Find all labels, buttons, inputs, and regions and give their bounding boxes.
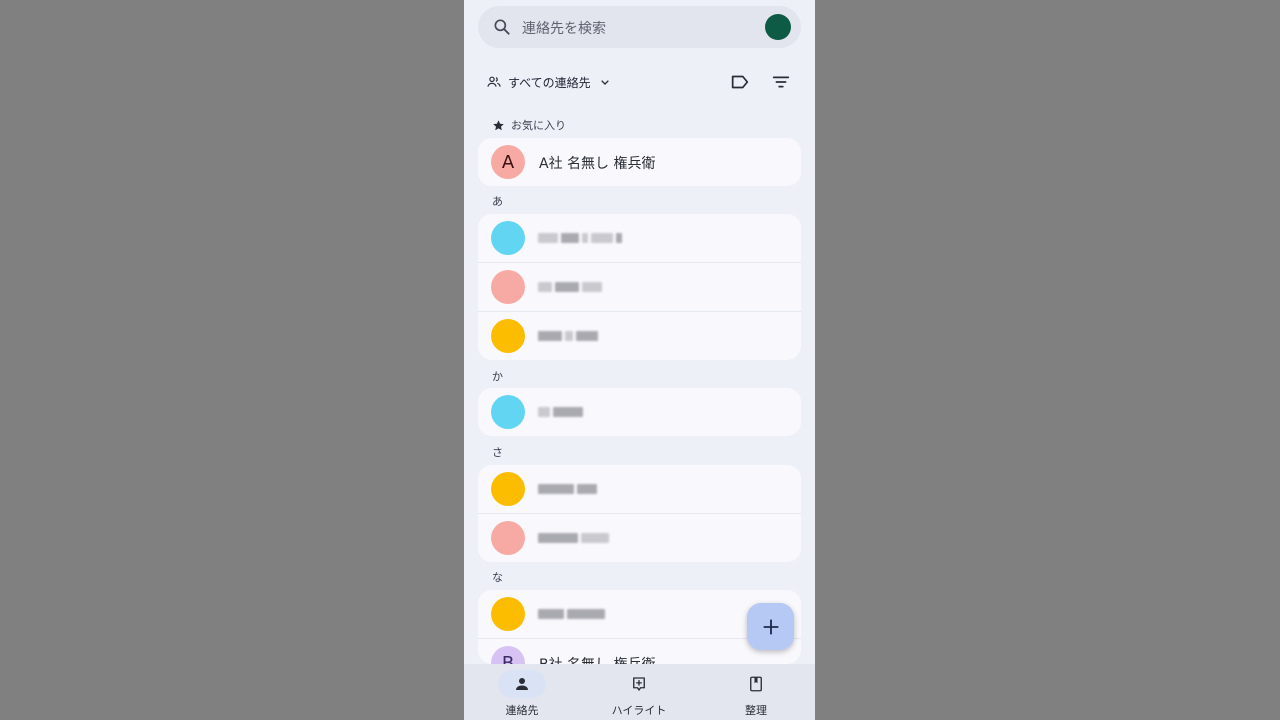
contact-avatar: B: [491, 646, 525, 664]
contact-name: A社 名無し 権兵衛: [539, 156, 656, 172]
star-icon: [493, 119, 504, 130]
search-bar[interactable]: 連絡先を検索: [478, 6, 801, 48]
section-title: か: [492, 370, 503, 383]
section-header-na: な: [492, 569, 503, 585]
contact-filter-label: すべての連絡先: [508, 75, 591, 90]
search-icon: [494, 19, 510, 35]
redacted-contact-name: [538, 607, 605, 621]
redacted-contact-name: [538, 482, 597, 496]
redacted-contact-name: [538, 231, 622, 245]
nav-contacts[interactable]: 連絡先: [477, 670, 567, 718]
section-header-sa: さ: [492, 444, 503, 460]
bottom-navigation: 連絡先 ハイライト 整理: [464, 664, 815, 720]
contact-avatar: [491, 221, 525, 255]
contact-name: B社 名無し 権兵衛: [539, 654, 656, 664]
section-header-ka: か: [492, 368, 503, 384]
add-contact-button[interactable]: [747, 603, 794, 650]
redacted-contact-name: [538, 531, 609, 545]
contact-avatar: [491, 472, 525, 506]
section-title: あ: [492, 195, 503, 208]
people-icon: [487, 76, 501, 87]
nav-contacts-pill: [498, 670, 546, 698]
contact-avatar: [491, 597, 525, 631]
nav-organize[interactable]: 整理: [711, 670, 801, 718]
nav-label: 連絡先: [505, 704, 539, 717]
redacted-contact-name: [538, 280, 602, 294]
contact-row[interactable]: [478, 465, 801, 514]
contact-row[interactable]: [478, 388, 801, 436]
contact-row[interactable]: [478, 214, 801, 263]
redacted-contact-name: [538, 405, 583, 419]
contact-row[interactable]: [478, 312, 801, 360]
contact-avatar: [491, 521, 525, 555]
section-title: な: [492, 571, 503, 584]
contact-avatar: A: [491, 145, 525, 179]
nav-organize-pill: [732, 670, 780, 698]
nav-label: ハイライト: [611, 704, 667, 717]
section-title: お気に入り: [511, 119, 566, 132]
person-icon: [516, 678, 528, 690]
contacts-toolbar: すべての連絡先: [464, 62, 815, 102]
filter-icon[interactable]: [770, 71, 792, 93]
favorites-card: A A社 名無し 権兵衛: [478, 138, 801, 186]
contact-row[interactable]: [478, 263, 801, 312]
plus-icon: [762, 618, 779, 635]
section-title: さ: [492, 446, 503, 459]
contact-avatar: [491, 395, 525, 429]
contact-avatar: [491, 270, 525, 304]
chevron-down-icon: [600, 80, 609, 85]
nav-highlights-pill: [615, 670, 663, 698]
nav-highlights[interactable]: ハイライト: [594, 670, 684, 718]
contacts-card-sa: [478, 465, 801, 562]
highlight-icon: [633, 677, 645, 691]
contact-row[interactable]: [478, 514, 801, 562]
contact-row[interactable]: A A社 名無し 権兵衛: [478, 138, 801, 186]
bookmark-book-icon: [750, 676, 762, 692]
contact-filter-dropdown[interactable]: すべての連絡先: [486, 70, 613, 94]
contacts-app-screen: 連絡先を検索 すべての連絡先 お気に入り A A社 名無し 権兵衛 あ か さ …: [464, 0, 815, 720]
account-avatar[interactable]: [765, 14, 791, 40]
label-icon[interactable]: [729, 71, 751, 93]
section-header-a: あ: [492, 193, 503, 209]
section-header-favorites: お気に入り: [492, 117, 566, 133]
redacted-contact-name: [538, 329, 598, 343]
search-placeholder: 連絡先を検索: [522, 21, 606, 37]
contacts-card-a: [478, 214, 801, 360]
contacts-card-ka: [478, 388, 801, 436]
contact-avatar: [491, 319, 525, 353]
nav-label: 整理: [745, 704, 767, 717]
